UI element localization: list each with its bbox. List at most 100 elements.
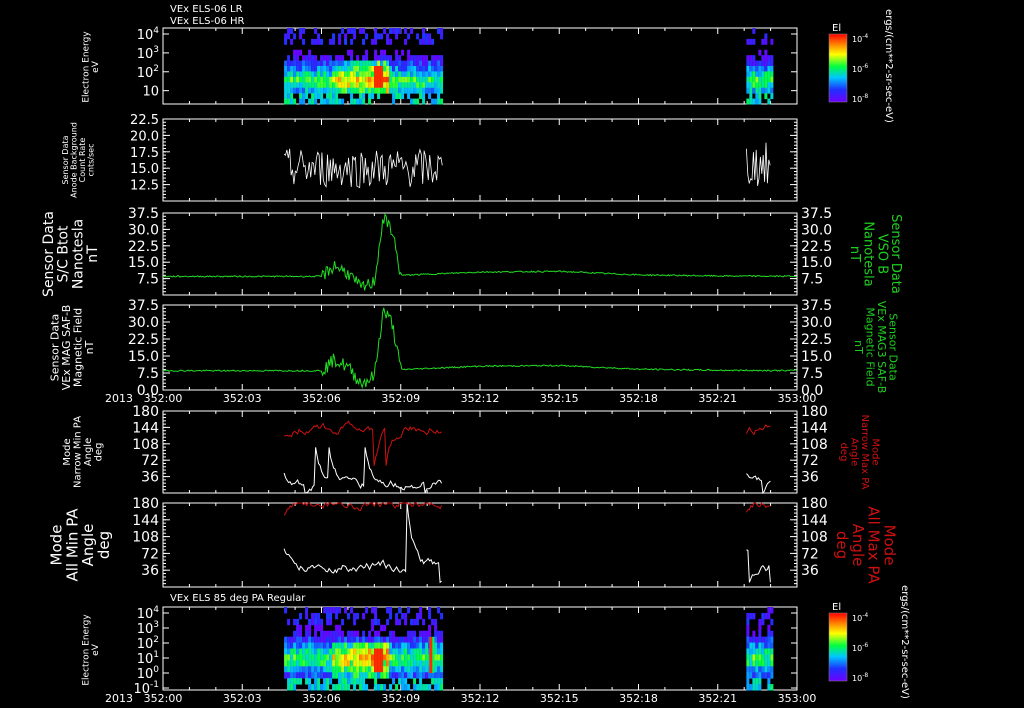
panel-title: VEx ELS 85 deg PA Regular	[170, 593, 306, 604]
spectrogram-cell	[317, 672, 321, 679]
y-axis-label: ModeAll Min PAAngledeg	[48, 508, 113, 582]
spectrogram-cell	[758, 684, 762, 691]
spectrogram-cell	[377, 660, 381, 667]
spectrogram-cell	[296, 66, 300, 72]
spectrogram-cell	[770, 71, 774, 78]
spectrogram-cell	[344, 684, 348, 691]
spectrogram-cell	[287, 33, 291, 40]
spectrogram-cell	[359, 642, 363, 649]
spectrogram-cell	[344, 607, 348, 614]
spectrogram-cell	[317, 87, 321, 94]
y-tick-label: 30.0	[128, 315, 159, 331]
spectrogram-cell	[428, 71, 432, 78]
y-tick-label-right: 37.5	[801, 298, 832, 314]
spectrogram-cell	[761, 642, 765, 649]
spectrogram-cell	[440, 654, 444, 661]
spectrogram-cell	[422, 76, 426, 83]
y-axis-label-line: deg	[93, 443, 104, 462]
spectrogram-cell	[296, 678, 300, 685]
spectrogram-cell	[764, 654, 768, 661]
spectrogram-cell	[374, 71, 378, 78]
spectrogram-cell	[752, 666, 756, 673]
spectrogram-cell	[326, 654, 330, 661]
spectrogram-cell	[389, 82, 393, 89]
spectrogram-cell	[287, 66, 291, 72]
y-tick-label-right: 72	[801, 546, 819, 562]
tick-exponent: -8	[862, 672, 868, 679]
spectrogram-cell	[758, 93, 762, 100]
spectrogram-cell	[437, 672, 441, 679]
spectrogram-cell	[293, 678, 297, 685]
spectrogram-cell	[425, 71, 429, 78]
spectrogram-cell	[359, 660, 363, 667]
y-axis-label-line: deg	[95, 531, 113, 559]
spectrogram-cell	[392, 642, 396, 649]
spectrogram-cell	[755, 660, 759, 667]
spectrogram-cell	[371, 93, 375, 100]
spectrogram-cell	[410, 636, 414, 644]
spectrogram-cell	[395, 642, 399, 649]
spectrogram-cell	[284, 33, 288, 40]
spectrogram-cell	[332, 38, 336, 45]
spectrogram-cell	[383, 648, 387, 655]
spectrogram-cell	[407, 666, 411, 673]
spectrogram-cell	[344, 60, 348, 67]
spectrogram-cell	[284, 87, 288, 94]
spectrogram-cell	[371, 38, 375, 45]
spectrogram-cell	[746, 87, 750, 94]
y-tick-label: 180	[132, 404, 159, 420]
spectrogram-cell	[749, 76, 753, 83]
spectrogram-cell	[422, 66, 426, 72]
spectrogram-cell	[755, 648, 759, 655]
spectrogram-cell	[419, 678, 423, 685]
spectrogram-cell	[359, 678, 363, 685]
spectrogram-cell	[320, 60, 324, 67]
spectrogram-cell	[383, 654, 387, 661]
colorbar-unit: ergs/(cm**2-sr-sec-eV)	[899, 585, 910, 699]
spectrogram-cell	[428, 82, 432, 89]
spectrogram-cell	[362, 87, 366, 94]
x-tick-label: 352:18	[619, 392, 658, 405]
spectrogram-cell	[317, 642, 321, 649]
spectrogram-cell	[335, 93, 339, 100]
spectrogram-cell	[320, 666, 324, 673]
spectrogram-cell	[317, 636, 321, 644]
spectrogram-cell	[302, 672, 306, 679]
spectrogram-cell	[317, 648, 321, 655]
spectrogram-cell	[347, 71, 351, 78]
y-tick-label: 10	[142, 85, 159, 100]
y-tick-label: 144	[132, 513, 159, 529]
spectrogram-cell	[404, 636, 408, 644]
x-tick-label: 352:15	[540, 692, 579, 705]
spectrogram-cell	[299, 648, 303, 655]
x-tick-label: 352:06	[302, 692, 341, 705]
spectrogram-cell	[764, 71, 768, 78]
spectrogram-cell	[419, 684, 423, 691]
spectrogram-cell	[293, 33, 297, 40]
spectrogram-cell	[353, 66, 357, 72]
spectrogram-cell	[419, 666, 423, 673]
spectrogram-cell	[338, 71, 342, 78]
panel-1	[162, 27, 798, 105]
spectrogram-cell	[386, 654, 390, 661]
spectrogram-cell	[290, 38, 294, 45]
spectrogram-cell	[326, 630, 330, 638]
spectrogram-cell	[293, 660, 297, 667]
spectrogram-cell	[767, 82, 771, 89]
spectrogram-cell	[368, 666, 372, 673]
spectrogram-cell	[770, 636, 774, 644]
spectrogram-cell	[440, 666, 444, 673]
spectrogram-cell	[332, 87, 336, 94]
spectrogram-cell	[422, 618, 426, 626]
spectrogram-cell	[410, 66, 414, 72]
spectrogram-cell	[359, 636, 363, 644]
spectrogram-cell	[341, 82, 345, 89]
x-tick-label: 352:18	[619, 692, 658, 705]
spectrogram-cell	[377, 66, 381, 72]
spectrogram-cell	[287, 55, 291, 62]
spectrogram-cell	[377, 618, 381, 626]
spectrogram-cell	[299, 87, 303, 94]
spectrogram-cell	[425, 654, 429, 661]
tick-base: 10	[137, 622, 154, 637]
spectrogram-cell	[767, 648, 771, 655]
